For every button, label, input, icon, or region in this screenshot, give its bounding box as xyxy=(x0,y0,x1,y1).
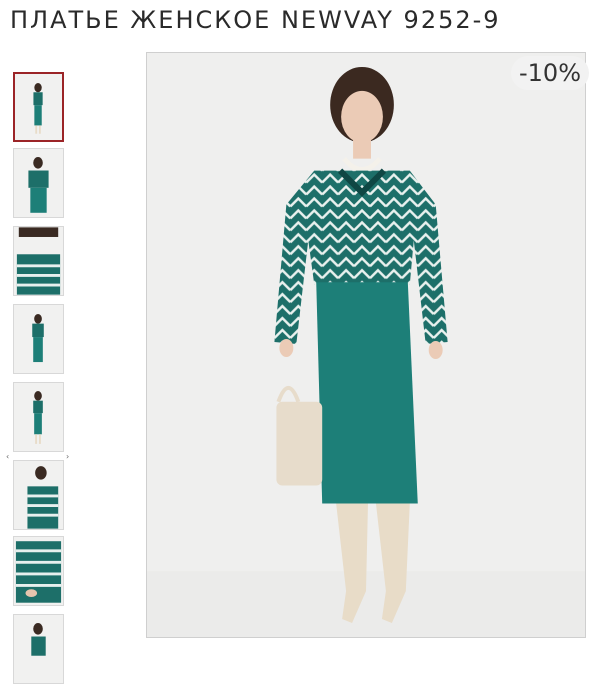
thumbnail-4[interactable] xyxy=(13,304,64,374)
thumbnail-2[interactable] xyxy=(13,148,64,218)
thumbnail-1[interactable] xyxy=(13,72,64,142)
discount-badge: -10% xyxy=(511,56,590,90)
thumbnail-gallery: ‹ › xyxy=(0,0,120,684)
thumbnail-8[interactable] xyxy=(13,614,64,684)
thumbnail-5[interactable] xyxy=(13,382,64,452)
thumbnail-3[interactable] xyxy=(13,226,64,296)
chevron-left-icon[interactable]: ‹ xyxy=(6,452,9,461)
thumbnail-6[interactable] xyxy=(13,460,64,530)
thumbnail-7[interactable] xyxy=(13,536,64,606)
main-product-image[interactable] xyxy=(146,52,586,638)
chevron-right-icon[interactable]: › xyxy=(66,452,69,461)
